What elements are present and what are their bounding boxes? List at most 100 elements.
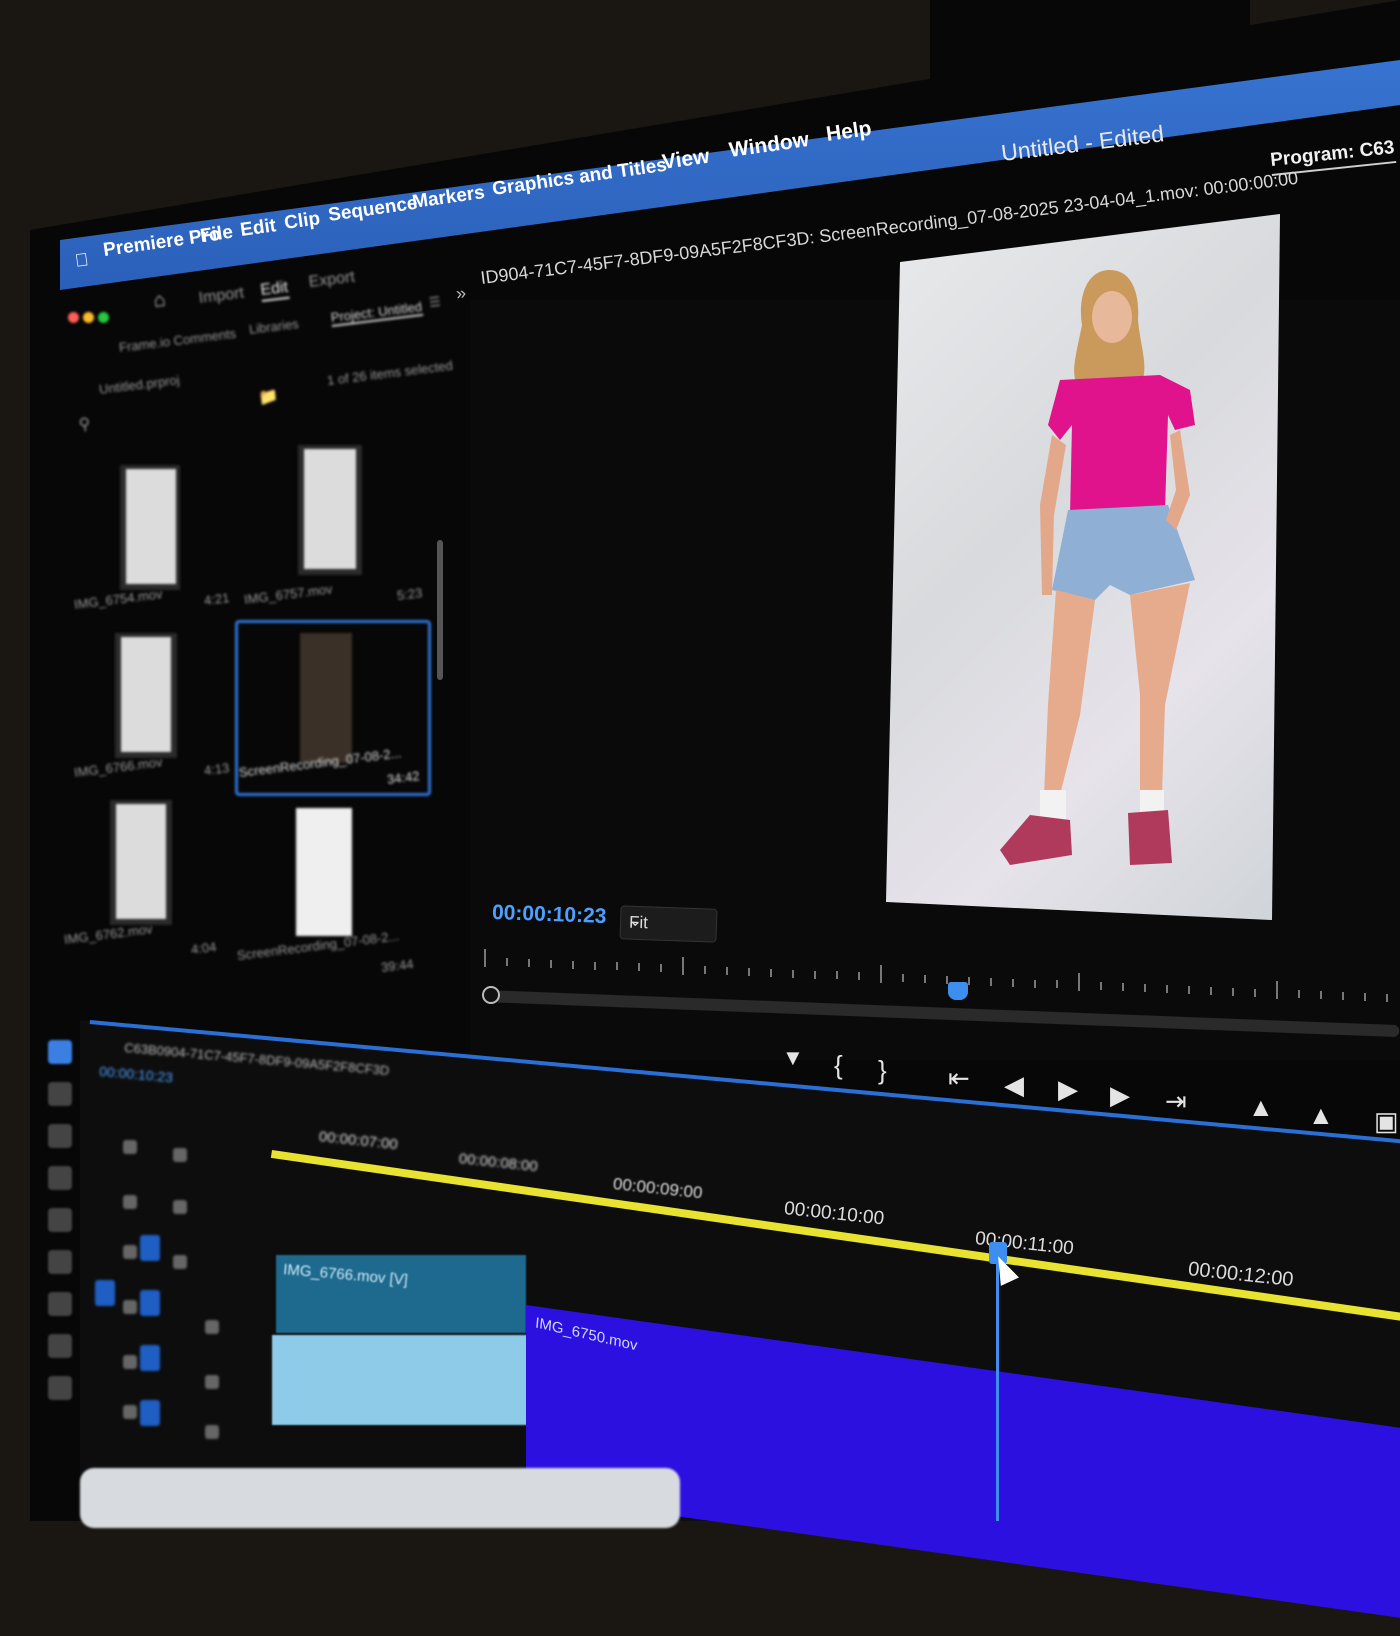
ruler-tick [594,961,596,970]
source-patch-a1[interactable] [95,1280,115,1306]
clip-name: IMG_6750.mov [534,1314,639,1355]
ruler-tick [1232,987,1234,996]
ruler-tick [506,957,508,966]
ruler-tick [726,966,728,975]
ruler-tick [682,957,684,976]
tab-frameio-comments[interactable]: Frame.io Comments [118,326,237,355]
lock-icon[interactable] [123,1405,137,1419]
item-name: IMG_6766.mov [73,754,164,780]
tools-panel [40,1030,80,1430]
folder-icon[interactable]: 📁 [258,386,280,408]
program-playhead[interactable] [948,982,968,1000]
item-name: IMG_6762.mov [63,921,154,947]
thumbnail[interactable] [120,465,180,590]
ruler-tick [924,975,926,983]
search-icon[interactable]: ⚲ [78,414,92,435]
tab-libraries[interactable]: Libraries [248,316,299,337]
tab-export[interactable]: Export [308,268,356,292]
eye-icon[interactable] [173,1255,187,1269]
ruler-tick [1342,992,1344,1001]
ruler-tick [968,976,970,985]
extract-icon[interactable]: ▲ [1308,1100,1334,1131]
razor-tool-icon[interactable] [48,1166,72,1190]
item-name: IMG_6757.mov [243,581,334,607]
lift-icon[interactable]: ▲ [1248,1092,1274,1123]
ruler-tick [770,968,772,977]
scrub-start-handle[interactable] [482,986,500,1004]
eye-icon[interactable] [173,1200,187,1214]
hand-tool-icon[interactable] [48,1334,72,1358]
step-back-icon[interactable]: ◀ [1004,1070,1024,1101]
ruler-tick [1320,991,1322,1000]
lock-icon[interactable] [123,1140,137,1154]
zoom-icon[interactable] [98,312,109,323]
track-target-a1[interactable] [140,1290,160,1316]
item-duration: 4:04 [190,939,218,957]
mute-icon[interactable] [205,1425,219,1439]
selection-tool-icon[interactable] [48,1040,72,1064]
lock-icon[interactable] [123,1355,137,1369]
play-icon[interactable]: ▶ [1058,1074,1078,1105]
item-duration: 5:23 [396,585,424,603]
item-name: IMG_6754.mov [73,586,164,612]
ruler-tick [528,958,530,967]
lock-icon[interactable] [123,1300,137,1314]
ruler-tick [1078,973,1080,992]
menu-file[interactable]: File [199,222,234,248]
go-to-out-icon[interactable]: ⇥ [1165,1086,1187,1117]
timeline-clip-video[interactable]: IMG_6766.mov [V] [276,1255,526,1333]
track-target-a2[interactable] [140,1345,160,1371]
thumbnail[interactable] [298,445,362,575]
mute-icon[interactable] [205,1320,219,1334]
ruler-tick [1386,993,1388,1002]
chevron-down-icon: ⌄ [628,912,642,931]
tab-edit[interactable]: Edit [259,278,290,302]
close-icon[interactable] [68,312,79,323]
mark-in-icon[interactable]: { [834,1050,843,1081]
timeline-clip-audio[interactable] [272,1335,527,1425]
add-marker-icon[interactable]: ▼ [782,1045,804,1071]
track-target-a3[interactable] [140,1400,160,1426]
mute-icon[interactable] [205,1375,219,1389]
track-select-tool-icon[interactable] [48,1082,72,1106]
thumbnail[interactable] [115,633,177,758]
pen-tool-icon[interactable] [48,1250,72,1274]
thumbnail[interactable] [110,800,172,925]
preview-person [1000,270,1195,865]
project-scrollbar[interactable] [437,540,443,680]
track-headers [95,1140,275,1440]
rectangle-tool-icon[interactable] [48,1292,72,1316]
ruler-tick [1012,978,1014,987]
minimize-icon[interactable] [83,312,94,323]
track-target-v1[interactable] [140,1235,160,1261]
mark-out-icon[interactable]: } [878,1055,887,1086]
tab-project[interactable]: Project: Untitled [329,298,424,327]
lock-icon[interactable] [123,1195,137,1209]
ruler-tick [902,974,904,983]
ruler-tick [1056,980,1058,989]
ruler-tick [550,959,552,968]
ruler-tick [660,964,662,973]
ruler-tick [990,977,992,986]
ripple-edit-tool-icon[interactable] [48,1124,72,1148]
apple-icon[interactable]:  [74,249,90,272]
thumbnail[interactable] [296,808,352,936]
ruler-tick [1122,983,1124,992]
item-duration: 4:13 [203,760,231,778]
lock-icon[interactable] [123,1245,137,1259]
program-current-time[interactable]: 00:00:10:23 [492,901,607,929]
ruler-tick [572,960,574,969]
project-file-name: Untitled.prproj [98,372,181,397]
go-to-in-icon[interactable]: ⇤ [948,1063,970,1094]
eye-icon[interactable] [173,1148,187,1162]
home-icon[interactable]: ⌂ [152,289,167,313]
type-tool-icon[interactable] [48,1376,72,1400]
step-forward-icon[interactable]: ▶ [1110,1080,1130,1111]
panel-menu-icon[interactable]: ☰ [428,294,442,311]
slip-tool-icon[interactable] [48,1208,72,1232]
ruler-tick [484,949,486,967]
tab-import[interactable]: Import [198,285,245,308]
export-frame-icon[interactable]: ▣ [1374,1106,1399,1137]
window-controls [68,310,113,328]
zoom-select[interactable]: Fit ⌄ [619,905,718,943]
